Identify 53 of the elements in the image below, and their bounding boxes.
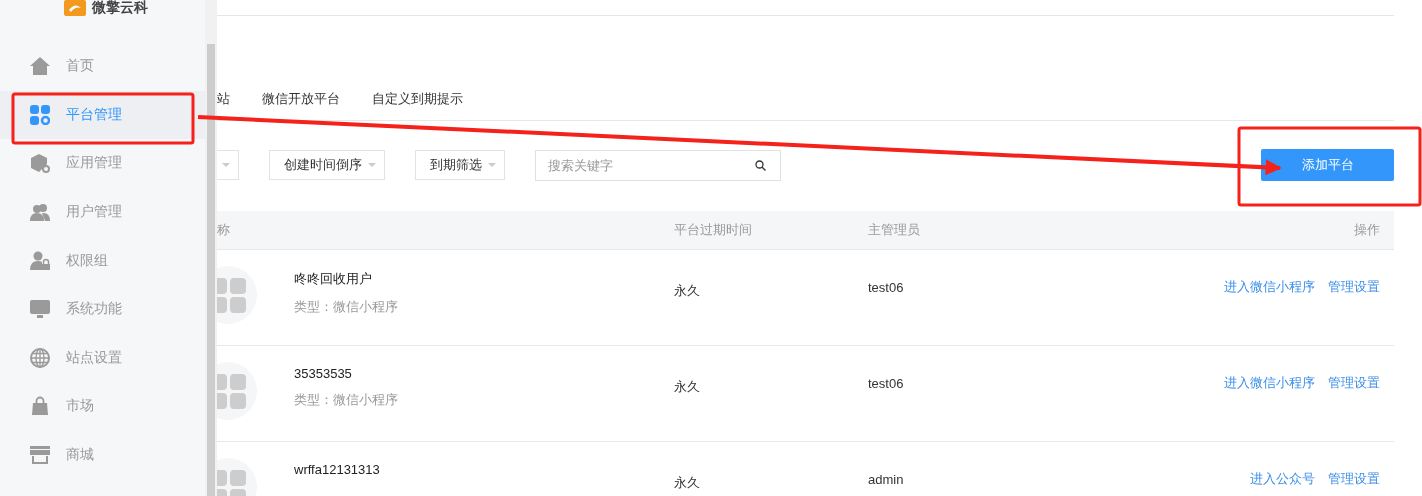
sidebar-item[interactable]: 系统功能 [0,284,205,334]
dropdown[interactable]: 到期筛选 [415,150,505,180]
sidebar-item[interactable]: 市场 [0,382,205,431]
column-header: 操作 [1354,221,1381,239]
column-header: 主管理员 [868,221,921,239]
sidebar-item[interactable]: 平台管理 [0,90,205,140]
caret-icon [488,163,496,167]
user-lock-icon [30,250,50,271]
tab[interactable]: 自定义到期提示 [372,90,463,108]
search-field[interactable]: 搜索关键字 [535,149,781,181]
dropdown[interactable]: 创建时间倒序 [269,150,385,180]
platform-type: 类型：微信小程序 [294,391,399,409]
platform-type: 类型：微信小程序 [294,298,399,316]
users-icon [30,202,50,223]
tab[interactable]: 站 [217,90,230,108]
admin-cell-text: test06 [868,375,905,391]
column-header: 称 [217,221,231,239]
platform-name: 咚咚回收用户 [294,270,373,288]
scrollbar-thumb[interactable] [207,44,215,496]
caret-icon [222,163,230,167]
tab[interactable]: 微信开放平台 [262,90,340,108]
sidebar-item[interactable]: 站点设置 [0,333,205,383]
sidebar-item[interactable]: 商城 [0,430,205,480]
scrollbar[interactable] [205,0,217,496]
action-link[interactable]: 进入微信小程序 [1224,374,1315,392]
platform-name: 35353535 [294,366,353,381]
expiry-cell-text: 永久 [674,378,701,396]
sidebar-item[interactable]: 首页 [0,42,205,91]
home-icon [30,56,50,77]
action-link[interactable]: 进入微信小程序 [1224,278,1315,296]
grid-icon [30,104,50,125]
cube-icon [30,153,50,174]
column-header: 平台过期时间 [674,221,753,239]
monitor-icon [30,299,50,320]
action-link[interactable]: 管理设置 [1328,374,1380,392]
bag-icon [30,396,50,417]
caret-icon [368,163,376,167]
action-link[interactable]: 进入公众号 [1250,470,1315,488]
add-platform-button[interactable]: 添加平台 [1261,149,1394,181]
logo-text: 微擎云科 [92,0,148,17]
admin-cell-text: test06 [868,279,905,295]
admin-cell-text: admin [868,471,905,487]
action-link[interactable]: 管理设置 [1328,470,1380,488]
platform-name: wrffa12131313 [294,462,381,477]
expiry-cell-text: 永久 [674,282,701,300]
expiry-cell-text: 永久 [674,474,701,492]
sidebar-item[interactable]: 应用管理 [0,139,205,188]
search-icon [755,159,766,171]
globe-icon [30,347,50,368]
action-link[interactable]: 管理设置 [1328,278,1380,296]
sidebar-item[interactable]: 权限组 [0,236,205,285]
store-icon [30,445,50,466]
sidebar-item[interactable]: 用户管理 [0,187,205,237]
